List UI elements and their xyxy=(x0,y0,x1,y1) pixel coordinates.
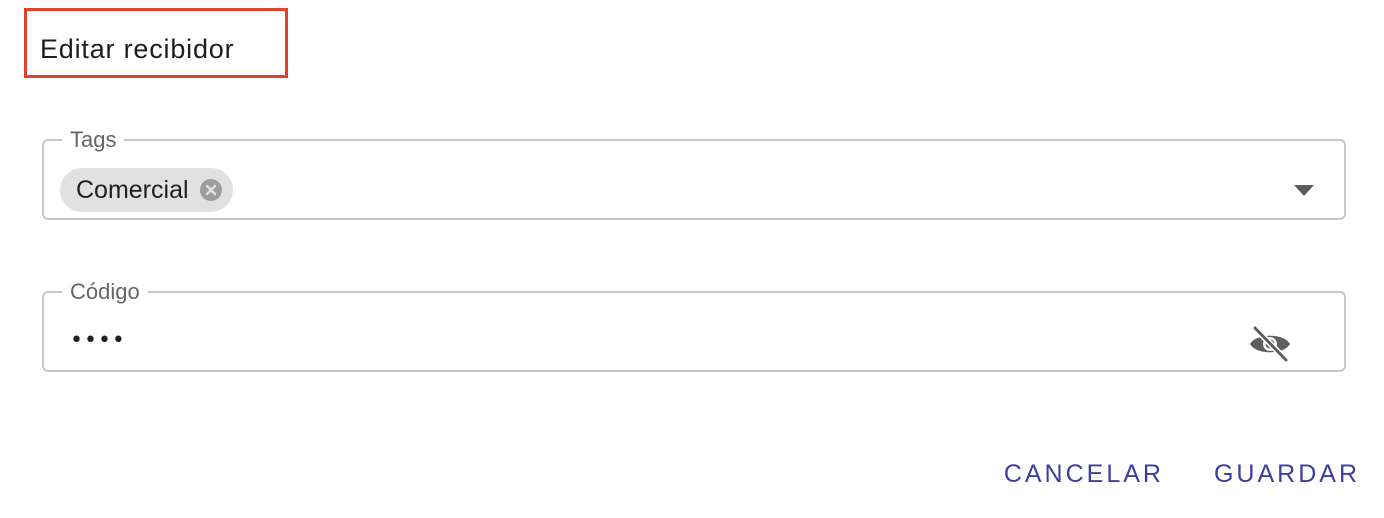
arrow-drop-down-icon[interactable] xyxy=(1294,184,1314,196)
code-label: Código xyxy=(70,279,140,304)
cancel-button[interactable]: CANCELAR xyxy=(1004,456,1164,492)
dialog-actions: CANCELAR GUARDAR xyxy=(1004,456,1360,492)
dialog-title: Editar recibidor xyxy=(40,34,235,64)
visibility-off-icon[interactable] xyxy=(1248,324,1292,364)
tags-label: Tags xyxy=(70,127,117,152)
tag-chip-comercial[interactable]: Comercial xyxy=(60,168,233,212)
code-input[interactable]: •••• xyxy=(70,326,1170,356)
code-field[interactable]: Código •••• xyxy=(42,280,1346,372)
tags-field[interactable]: Tags Comercial xyxy=(42,128,1346,220)
close-circle-icon[interactable] xyxy=(199,178,223,202)
save-button[interactable]: GUARDAR xyxy=(1214,456,1360,492)
tag-chip-label: Comercial xyxy=(76,176,189,204)
